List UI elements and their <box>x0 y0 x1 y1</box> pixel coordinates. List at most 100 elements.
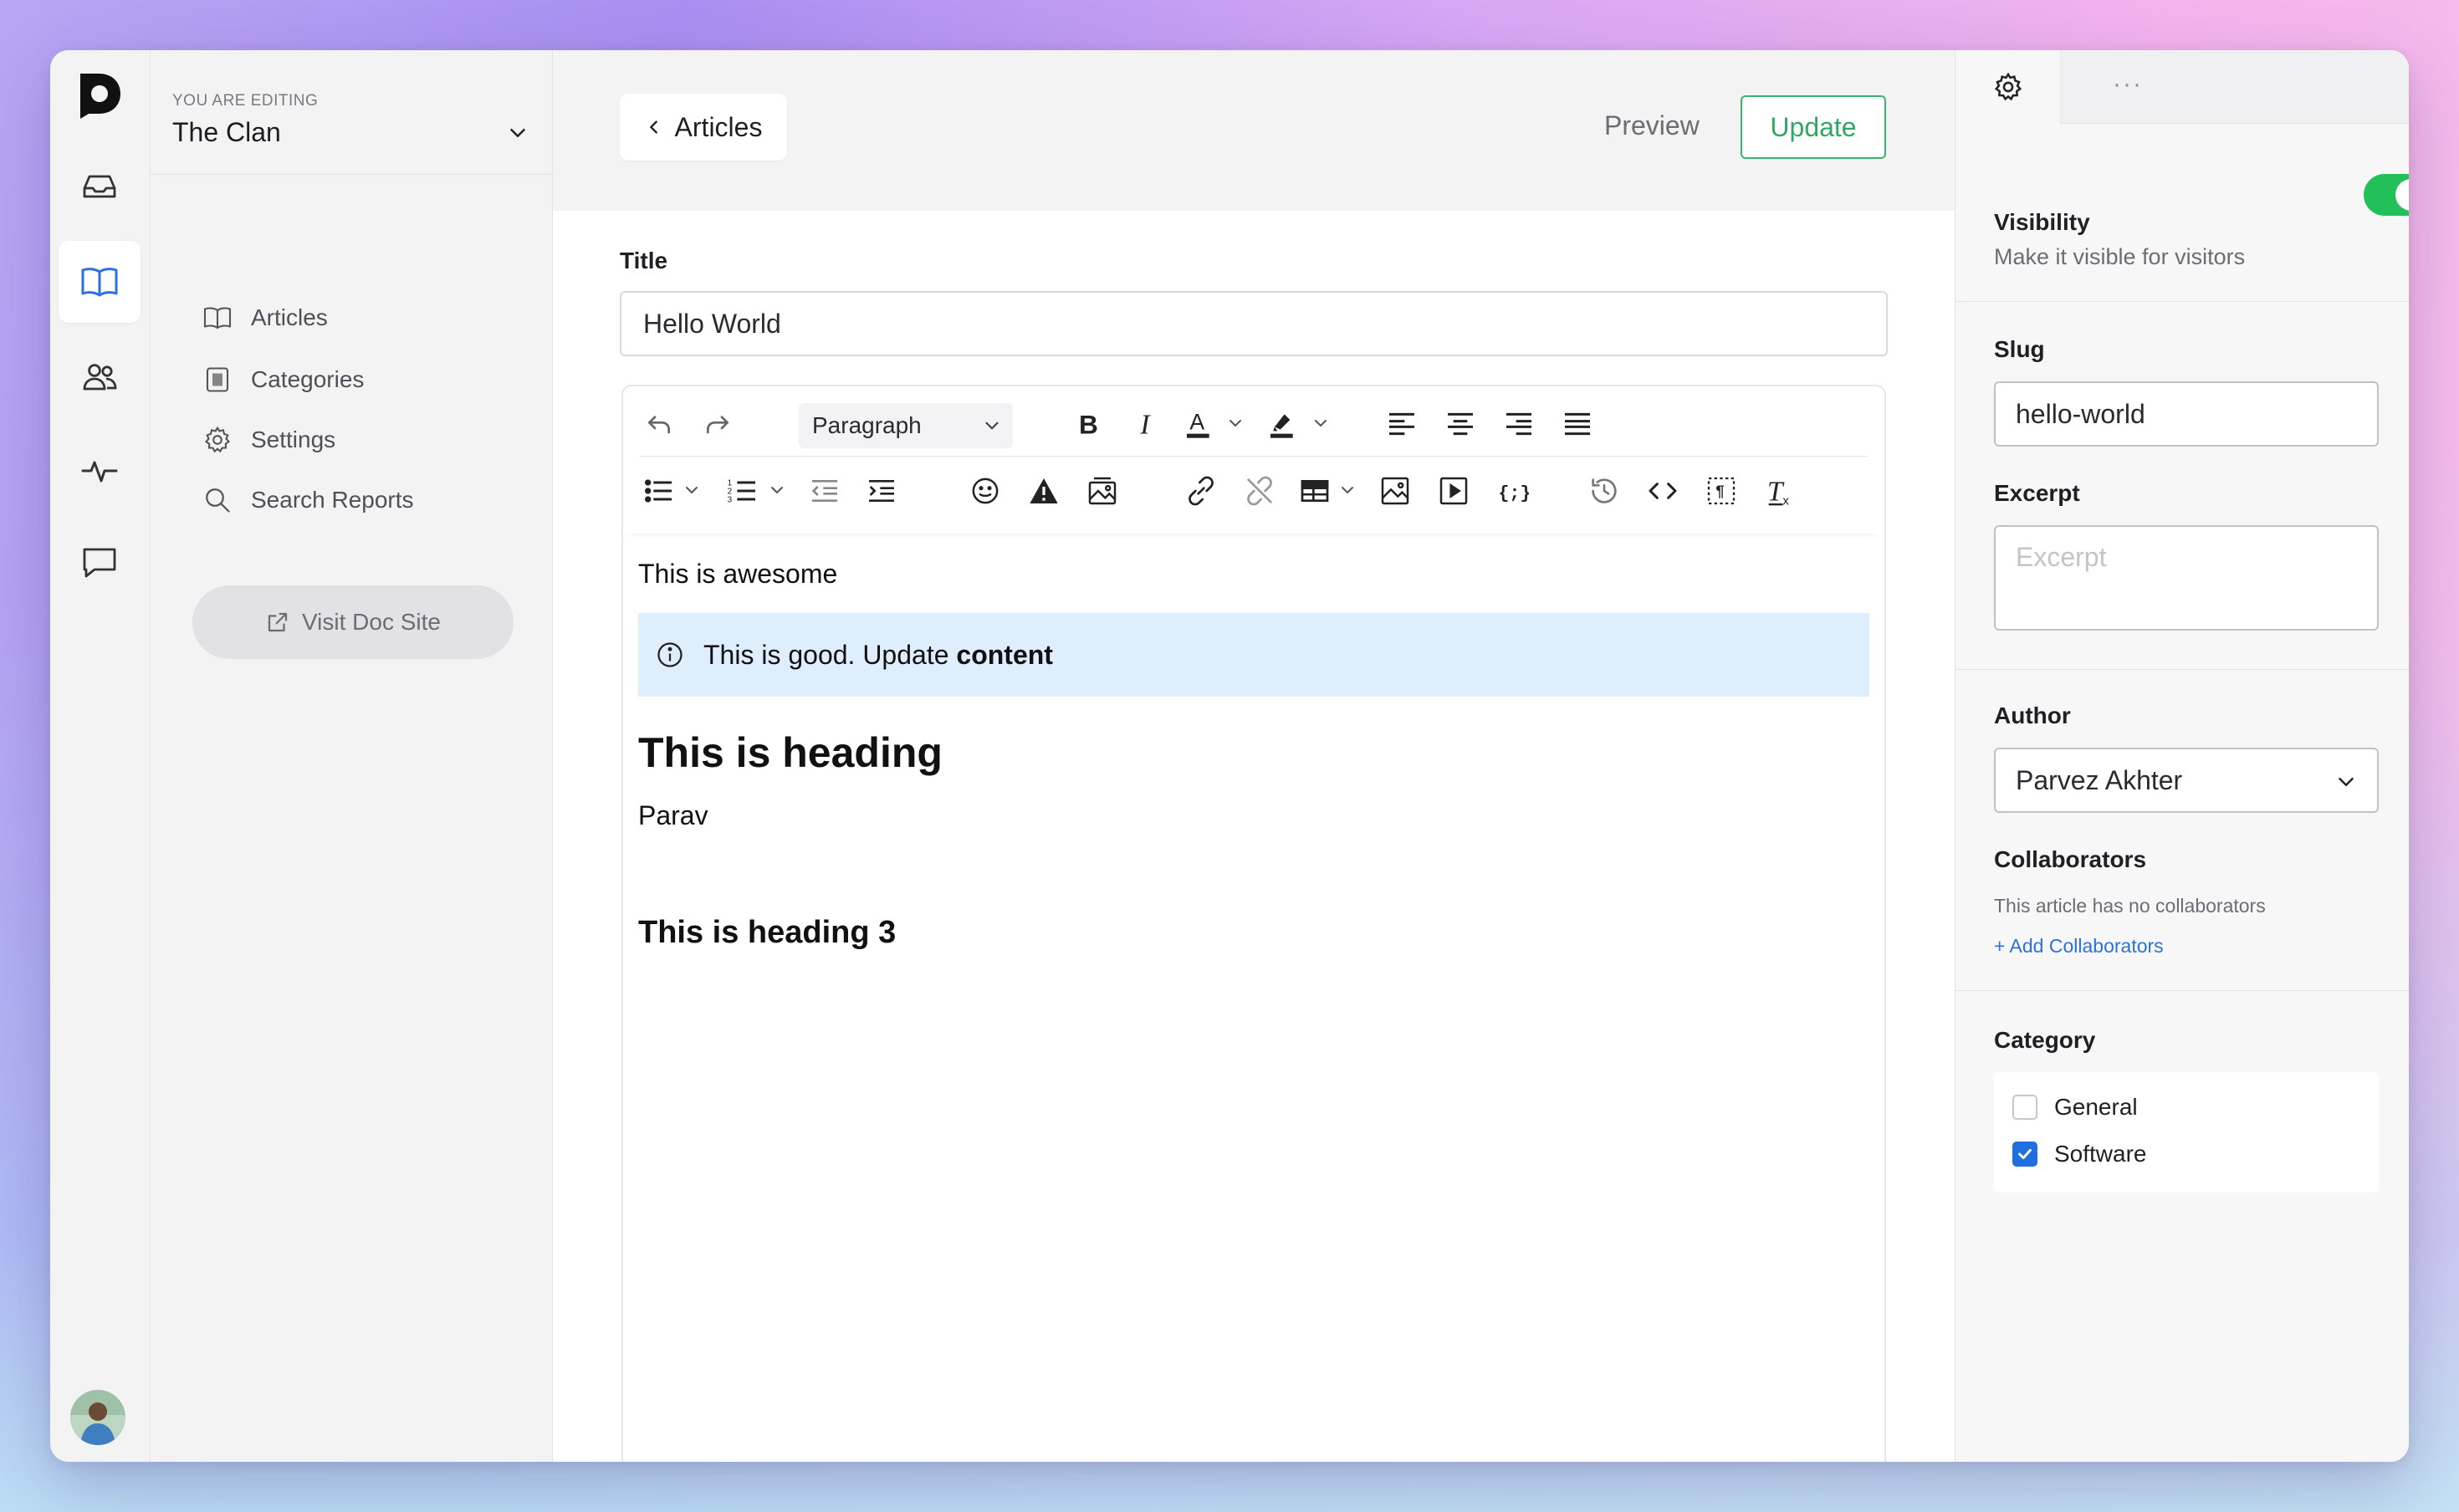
paragraph: This is awesome <box>638 559 838 589</box>
visit-doc-site-button[interactable]: Visit Doc Site <box>192 585 514 659</box>
book-icon <box>203 307 232 329</box>
table-icon[interactable] <box>1296 472 1334 510</box>
update-button[interactable]: Update <box>1741 95 1886 159</box>
chevron-down-icon <box>2339 778 2354 786</box>
align-right-icon[interactable] <box>1500 405 1538 443</box>
back-to-articles-button[interactable]: Articles <box>620 94 787 161</box>
workspace-selector[interactable]: The Clan <box>172 117 281 148</box>
image-icon[interactable] <box>1376 472 1414 510</box>
bold-icon[interactable]: B <box>1068 405 1107 443</box>
align-left-icon[interactable] <box>1383 405 1421 443</box>
external-link-icon <box>268 612 288 632</box>
unlink-icon[interactable] <box>1240 472 1279 510</box>
warning-callout-icon[interactable] <box>1025 472 1063 510</box>
avatar[interactable] <box>70 1390 125 1445</box>
heading-3: This is heading 3 <box>638 915 897 950</box>
book-icon[interactable] <box>59 241 141 323</box>
tab-settings[interactable] <box>1955 50 2061 124</box>
divider <box>1955 301 2409 302</box>
activity-icon[interactable] <box>59 430 141 512</box>
author-value: Parvez Akhter <box>2016 764 2183 795</box>
history-icon[interactable] <box>1585 472 1623 510</box>
sidebar-item-label: Settings <box>251 427 336 452</box>
slug-label: Slug <box>1994 336 2045 362</box>
svg-text:A: A <box>1189 410 1204 435</box>
chat-icon[interactable] <box>59 522 141 604</box>
link-icon[interactable] <box>1182 472 1220 510</box>
sidebar-item-categories[interactable]: Categories <box>202 361 364 398</box>
chevron-down-icon[interactable] <box>1311 413 1331 433</box>
checkbox[interactable] <box>2012 1095 2037 1120</box>
editor-content[interactable]: This is awesome This is good. Update con… <box>638 550 1869 951</box>
chevron-down-icon[interactable] <box>682 480 702 500</box>
heading-1: This is heading <box>638 729 943 776</box>
align-justify-icon[interactable] <box>1558 405 1597 443</box>
inbox-icon[interactable] <box>59 146 141 227</box>
info-callout: This is good. Update content <box>638 613 1869 697</box>
main-editor-area: Articles Preview Update Title Paragraph <box>553 50 1955 1462</box>
sidebar-item-articles[interactable]: Articles <box>202 299 328 336</box>
visibility-toggle[interactable] <box>2364 174 2409 216</box>
slug-input[interactable] <box>1994 381 2379 447</box>
panel-tabs: ··· <box>1955 50 2409 124</box>
author-select[interactable]: Parvez Akhter <box>1994 748 2379 813</box>
chevron-down-icon[interactable] <box>505 120 530 146</box>
preview-button[interactable]: Preview <box>1604 110 1700 141</box>
app-logo[interactable] <box>77 69 124 119</box>
outdent-icon[interactable] <box>805 472 844 510</box>
category-option-software[interactable]: Software <box>2012 1141 2147 1167</box>
block-format-select[interactable]: Paragraph <box>799 403 1013 448</box>
code-block-icon[interactable]: {;} <box>1493 472 1531 510</box>
emoji-icon[interactable] <box>966 472 1005 510</box>
divider <box>1955 669 2409 670</box>
text-color-icon[interactable]: A <box>1180 405 1219 443</box>
sidebar-item-label: Search Reports <box>251 487 414 513</box>
tab-more[interactable]: ··· <box>2061 50 2409 124</box>
clear-formatting-icon[interactable]: Tx <box>1761 472 1799 510</box>
bulleted-list-icon[interactable] <box>640 472 678 510</box>
show-blocks-icon[interactable]: ¶ <box>1702 472 1741 510</box>
author-label: Author <box>1994 702 2071 728</box>
redo-icon[interactable] <box>698 405 737 443</box>
top-bar: Articles Preview Update <box>553 50 1955 211</box>
toolbar-row-1: Paragraph B I A <box>640 391 1868 457</box>
chevron-down-icon[interactable] <box>1337 480 1357 500</box>
rich-text-editor[interactable]: Paragraph B I A 1 2 3 {;} ¶ T x This is … <box>621 385 1886 1462</box>
image-gallery-icon[interactable] <box>1083 472 1122 510</box>
settings-panel: ··· Visibility Make it visible for visit… <box>1955 50 2409 1462</box>
checkbox[interactable] <box>2012 1142 2037 1167</box>
info-icon <box>657 642 682 667</box>
align-center-icon[interactable] <box>1441 405 1480 443</box>
editing-label: YOU ARE EDITING <box>172 92 319 110</box>
paragraph: Parav <box>638 800 708 830</box>
title-label: Title <box>620 248 668 273</box>
numbered-list-icon[interactable]: 123 <box>723 472 762 510</box>
category-option-label: General <box>2054 1094 2138 1120</box>
title-input[interactable] <box>620 291 1888 356</box>
highlight-color-icon[interactable] <box>1264 405 1302 443</box>
app-window: YOU ARE EDITING The Clan Articles Catego… <box>50 50 2409 1462</box>
italic-icon[interactable]: I <box>1127 405 1165 443</box>
category-option-label: Software <box>2054 1141 2147 1167</box>
excerpt-textarea[interactable] <box>1994 525 2379 631</box>
source-code-icon[interactable] <box>1644 472 1682 510</box>
indent-icon[interactable] <box>862 472 901 510</box>
users-icon[interactable] <box>59 336 141 418</box>
chevron-down-icon <box>985 421 999 430</box>
sidebar-item-settings[interactable]: Settings <box>202 421 335 458</box>
add-collaborators-link[interactable]: + Add Collaborators <box>1994 935 2164 958</box>
chevron-down-icon[interactable] <box>767 480 787 500</box>
chevron-down-icon[interactable] <box>1225 413 1245 433</box>
icon-rail <box>50 50 151 1462</box>
svg-text:3: 3 <box>728 495 733 504</box>
excerpt-label: Excerpt <box>1994 480 2080 506</box>
undo-icon[interactable] <box>640 405 678 443</box>
more-icon: ··· <box>2113 70 2143 98</box>
collaborators-label: Collaborators <box>1994 846 2147 872</box>
video-icon[interactable] <box>1434 472 1473 510</box>
back-button-label: Articles <box>674 111 763 142</box>
category-option-general[interactable]: General <box>2012 1094 2138 1121</box>
divider <box>151 174 552 175</box>
visit-doc-site-label: Visit Doc Site <box>302 609 441 635</box>
sidebar-item-search-reports[interactable]: Search Reports <box>202 482 414 518</box>
